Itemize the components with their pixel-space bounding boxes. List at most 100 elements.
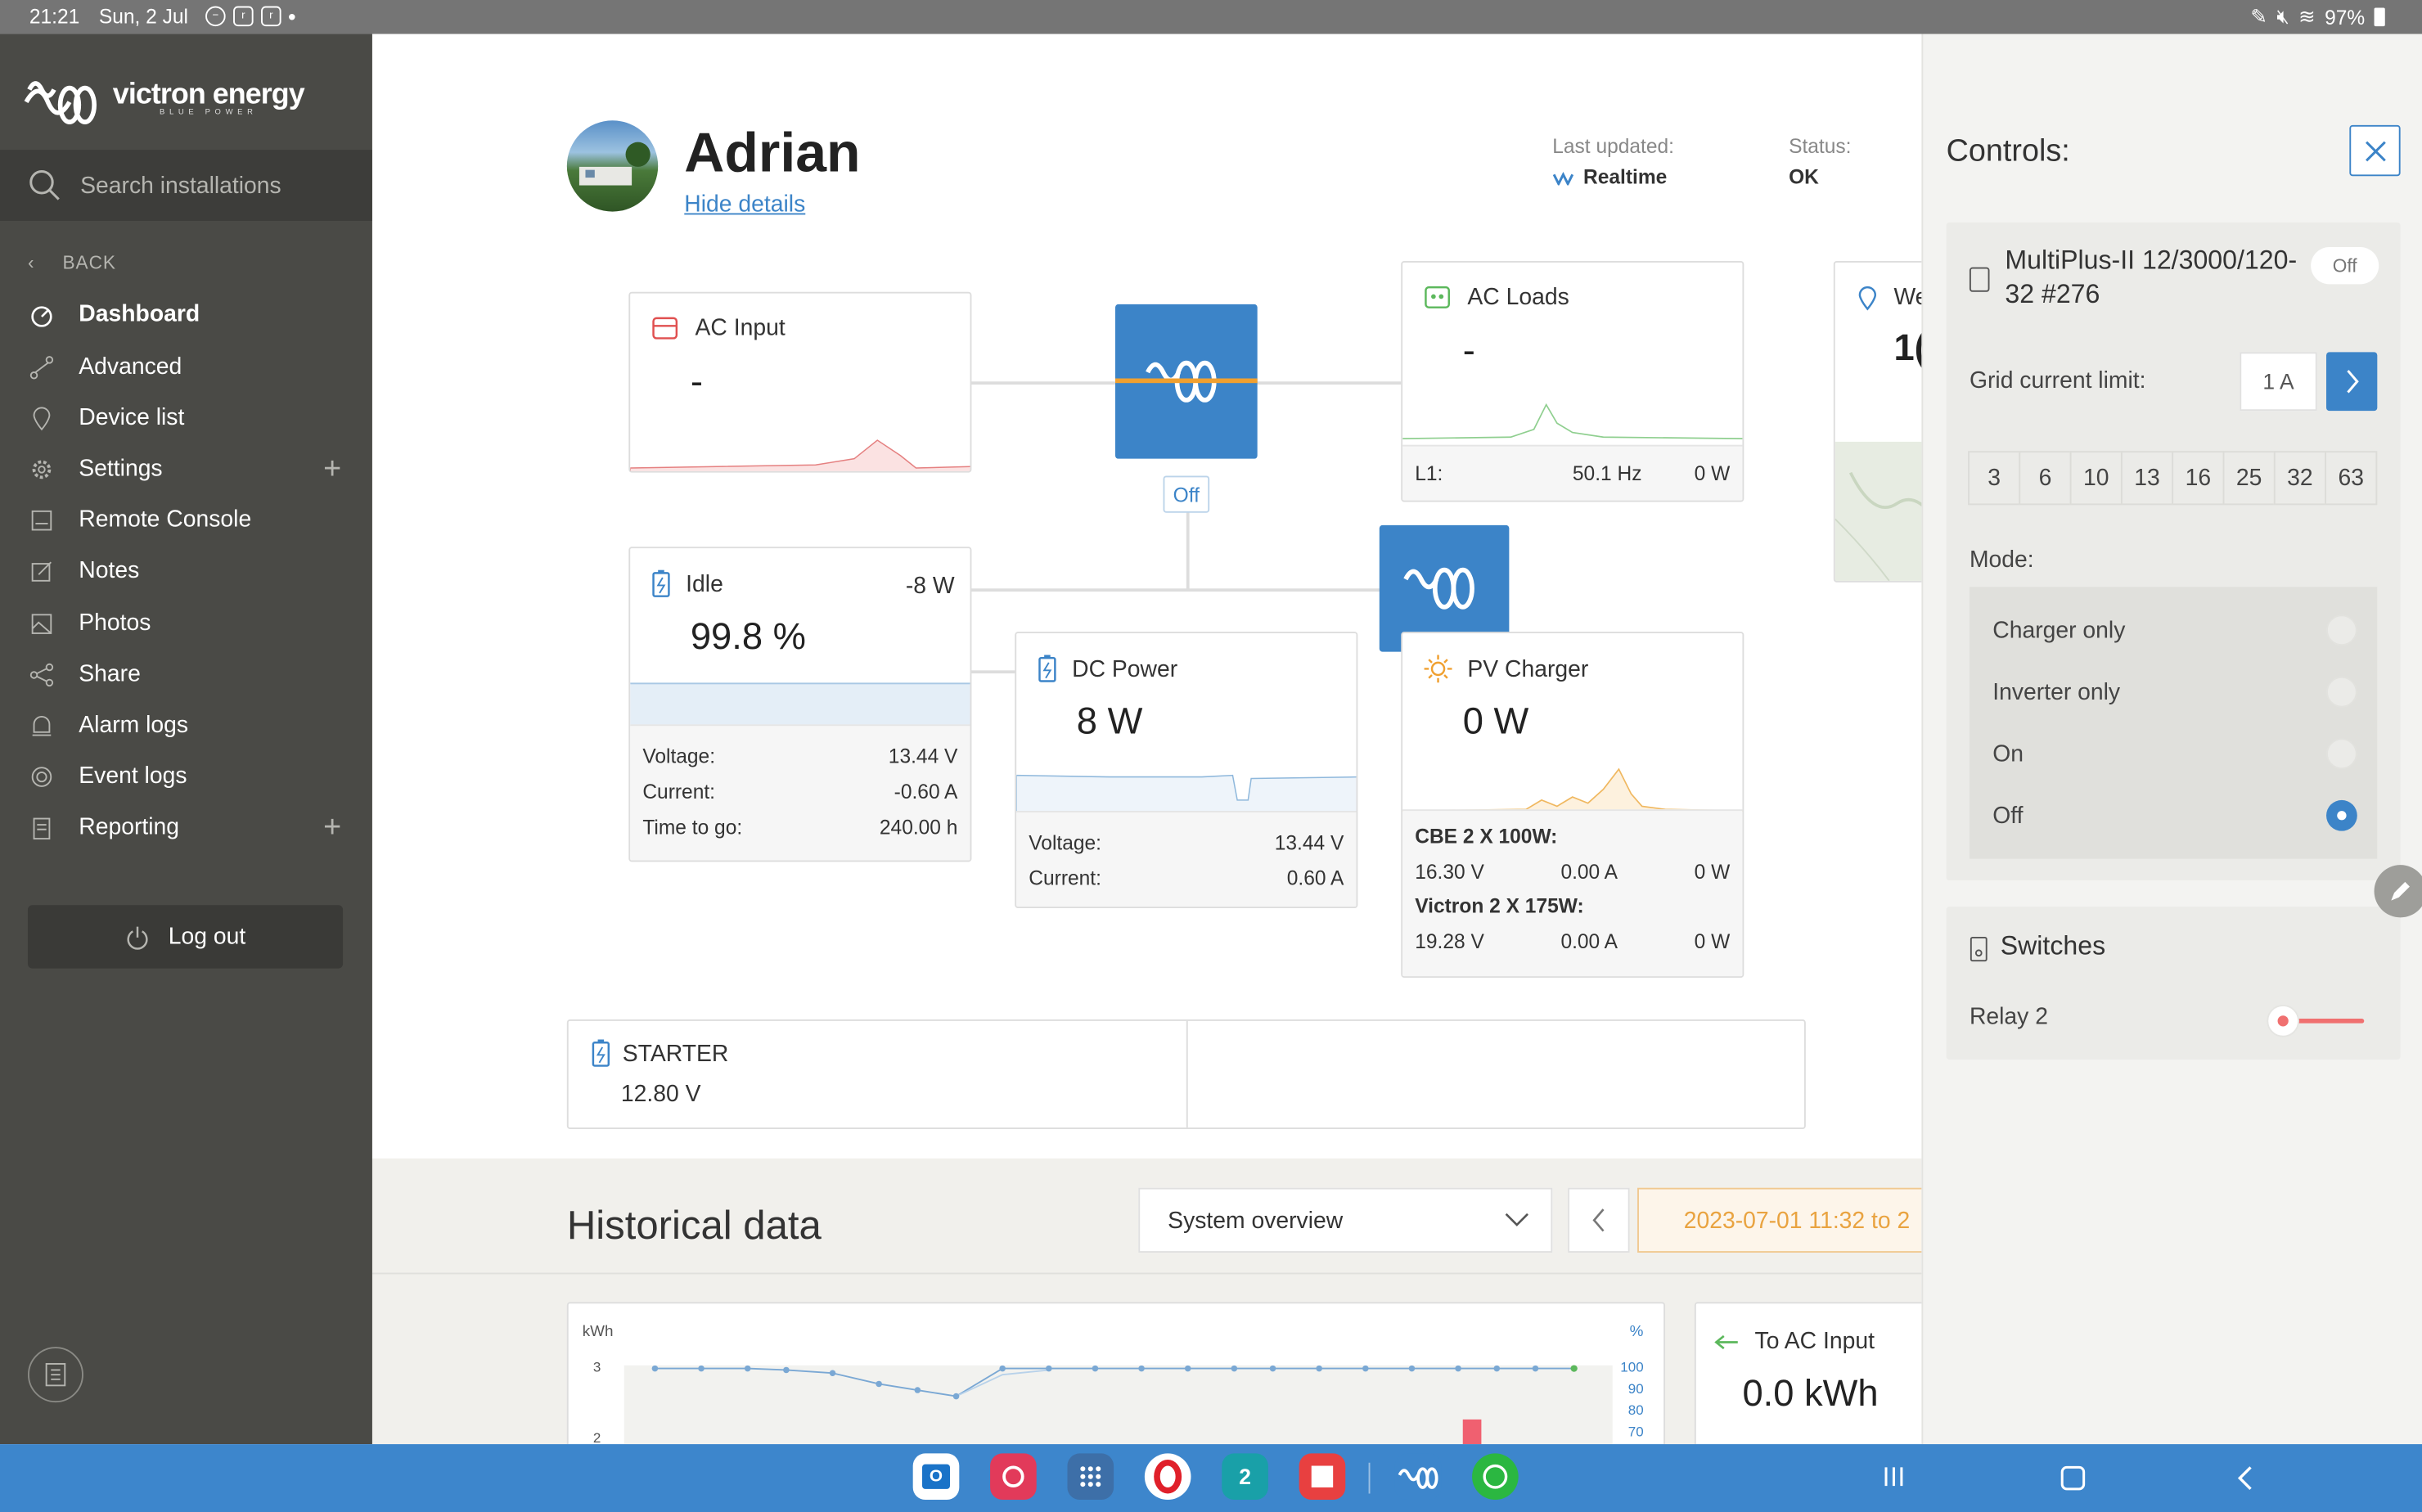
flipboard-app-icon[interactable] <box>1299 1453 1346 1501</box>
nav-device-list[interactable]: Device list <box>0 393 372 443</box>
calendar-app-icon[interactable]: 2 <box>1222 1453 1268 1501</box>
close-button[interactable] <box>2349 124 2401 177</box>
mode-options: Charger only Inverter only On Off <box>1969 587 2378 859</box>
pv-charger-card[interactable]: PV Charger 0 W CBE 2 X 100W: 16.30 V 0.00… <box>1401 632 1744 978</box>
pv-array-power: 0 W <box>1694 860 1731 884</box>
camera-app-icon[interactable] <box>990 1453 1037 1501</box>
nav-alarm-logs[interactable]: Alarm logs <box>0 700 372 750</box>
dc-power-card[interactable]: DC Power 8 W Voltage: 13.44 V Current: 0.6… <box>1015 632 1358 909</box>
card-header: AC Loads <box>1425 284 1569 310</box>
nav-event-logs[interactable]: Event logs <box>0 750 372 801</box>
nav-reporting[interactable]: Reporting + <box>0 802 372 853</box>
starter-card[interactable]: STARTER 12.80 V <box>566 1019 1806 1129</box>
battery-soc: 99.8 % <box>690 616 806 659</box>
historical-title: Historical data <box>566 1201 822 1249</box>
vrm-app-icon[interactable] <box>1394 1453 1442 1501</box>
l1-label: L1: <box>1415 461 1443 485</box>
mode-radio[interactable] <box>2326 614 2357 646</box>
to-ac-input-card[interactable]: To AC Input 0.0 kWh <box>1694 1302 1922 1445</box>
ac-input-card[interactable]: AC Input - <box>628 291 972 473</box>
relay-toggle[interactable] <box>2263 1001 2375 1041</box>
logout-button[interactable]: Log out <box>27 905 344 969</box>
whatsapp-app-icon[interactable] <box>1472 1453 1519 1501</box>
last-updated-value: Realtime <box>1552 165 1667 188</box>
date-range-picker[interactable]: 2023-07-01 11:32 to 2 <box>1637 1187 1922 1253</box>
grid-limit-input[interactable]: 1 A <box>2240 352 2317 412</box>
nav-dashboard[interactable]: Dashboard <box>0 289 372 340</box>
nav-settings[interactable]: Settings + <box>0 443 372 494</box>
expand-plus-icon[interactable]: + <box>323 452 341 488</box>
amp-preset-button[interactable]: 3 <box>1968 451 2021 506</box>
sun-icon <box>1424 655 1452 683</box>
chart-left-tick: 3 <box>592 1359 601 1375</box>
installation-photo <box>578 142 651 186</box>
pv-title: PV Charger <box>1467 655 1589 682</box>
ac-input-value: - <box>690 361 703 403</box>
nav-notes[interactable]: Notes <box>0 545 372 596</box>
amp-preset-button[interactable]: 6 <box>2019 451 2072 506</box>
battery-percent: 97% <box>2325 5 2366 29</box>
mode-off[interactable]: Off <box>1992 785 2357 847</box>
amp-preset-button[interactable]: 16 <box>2172 451 2225 506</box>
dc-power-sparkline <box>1016 774 1357 812</box>
voltage-label: Voltage: <box>642 744 716 768</box>
home-button[interactable] <box>2059 1465 2087 1500</box>
amp-preset-button[interactable]: 25 <box>2222 451 2276 506</box>
chart-right-tick: 70 <box>1627 1424 1644 1440</box>
nav-advanced[interactable]: Advanced <box>0 341 372 392</box>
home-icon <box>2060 1465 2086 1491</box>
nav-remote-console[interactable]: Remote Console <box>0 494 372 545</box>
hide-details-link[interactable]: Hide details <box>684 191 805 218</box>
opera-app-icon[interactable] <box>1144 1453 1191 1501</box>
mode-radio-selected[interactable] <box>2326 799 2357 831</box>
previous-period-button[interactable] <box>1568 1187 1630 1253</box>
dnd-icon: − <box>205 6 226 27</box>
edit-floating-button[interactable] <box>2374 865 2422 918</box>
nav-photos[interactable]: Photos <box>0 598 372 649</box>
battery-card[interactable]: Idle -8 W 99.8 % Voltage: 13.44 V Current… <box>628 547 972 862</box>
expand-plus-icon[interactable]: + <box>323 811 341 846</box>
history-chart-plot <box>624 1365 1613 1445</box>
nav-share[interactable]: Share <box>0 649 372 700</box>
search-icon <box>29 170 60 200</box>
ac-loads-title: AC Loads <box>1467 284 1569 311</box>
mode-inverter-only[interactable]: Inverter only <box>1992 661 2357 723</box>
amp-preset-button[interactable]: 63 <box>2325 451 2378 506</box>
device-state-badge: Off <box>2311 247 2379 285</box>
chart-left-unit: kWh <box>582 1323 614 1341</box>
to-ac-label: To AC Input <box>1754 1328 1875 1355</box>
amp-preset-button[interactable]: 13 <box>2120 451 2174 506</box>
amp-presets: 3 6 10 13 16 25 32 63 <box>1968 451 2378 506</box>
starter-value: 12.80 V <box>620 1081 701 1108</box>
mode-label-text: Off <box>1992 802 2024 829</box>
pv-array-name: CBE 2 X 100W: <box>1415 825 1558 848</box>
amp-preset-button[interactable]: 32 <box>2273 451 2327 506</box>
console-icon <box>28 506 56 533</box>
history-chart-card[interactable]: kWh % 3 2 100 90 80 70 <box>566 1302 1666 1445</box>
recent-apps-button[interactable] <box>1881 1465 1906 1497</box>
menu-list-button[interactable] <box>27 1347 83 1403</box>
outlook-app-icon[interactable]: O <box>912 1453 960 1501</box>
weather-card[interactable]: We 1( <box>1833 261 1922 583</box>
mode-on[interactable]: On <box>1992 722 2357 785</box>
back-button[interactable] <box>2235 1465 2254 1500</box>
apps-grid-icon[interactable] <box>1067 1453 1114 1501</box>
mode-radio[interactable] <box>2326 676 2357 708</box>
amp-preset-button[interactable]: 10 <box>2069 451 2123 506</box>
wifi-icon: ≋ <box>2298 4 2316 28</box>
mode-charger-only[interactable]: Charger only <box>1992 599 2357 661</box>
ac-loads-card[interactable]: AC Loads - L1: 50.1 Hz 0 W <box>1401 261 1744 502</box>
pv-array-power: 0 W <box>1694 929 1731 953</box>
divider <box>1186 1020 1188 1128</box>
to-ac-value: 0.0 kWh <box>1742 1373 1879 1415</box>
victron-logo[interactable]: victron energy BLUE POWER <box>23 74 305 127</box>
dashboard-icon <box>28 300 56 328</box>
mode-radio[interactable] <box>2326 738 2357 770</box>
time-to-go-value: 240.00 h <box>879 815 958 839</box>
multiplus-control-card: MultiPlus-II 12/3000/120-32 #276 Off Gri… <box>1946 222 2401 881</box>
search-installations[interactable]: Search installations <box>0 150 372 221</box>
grid-limit-apply-button[interactable] <box>2326 352 2378 412</box>
back-link[interactable]: ‹ BACK <box>28 252 116 273</box>
victron-logo-icon <box>24 81 97 124</box>
view-select[interactable]: System overview <box>1138 1187 1553 1253</box>
